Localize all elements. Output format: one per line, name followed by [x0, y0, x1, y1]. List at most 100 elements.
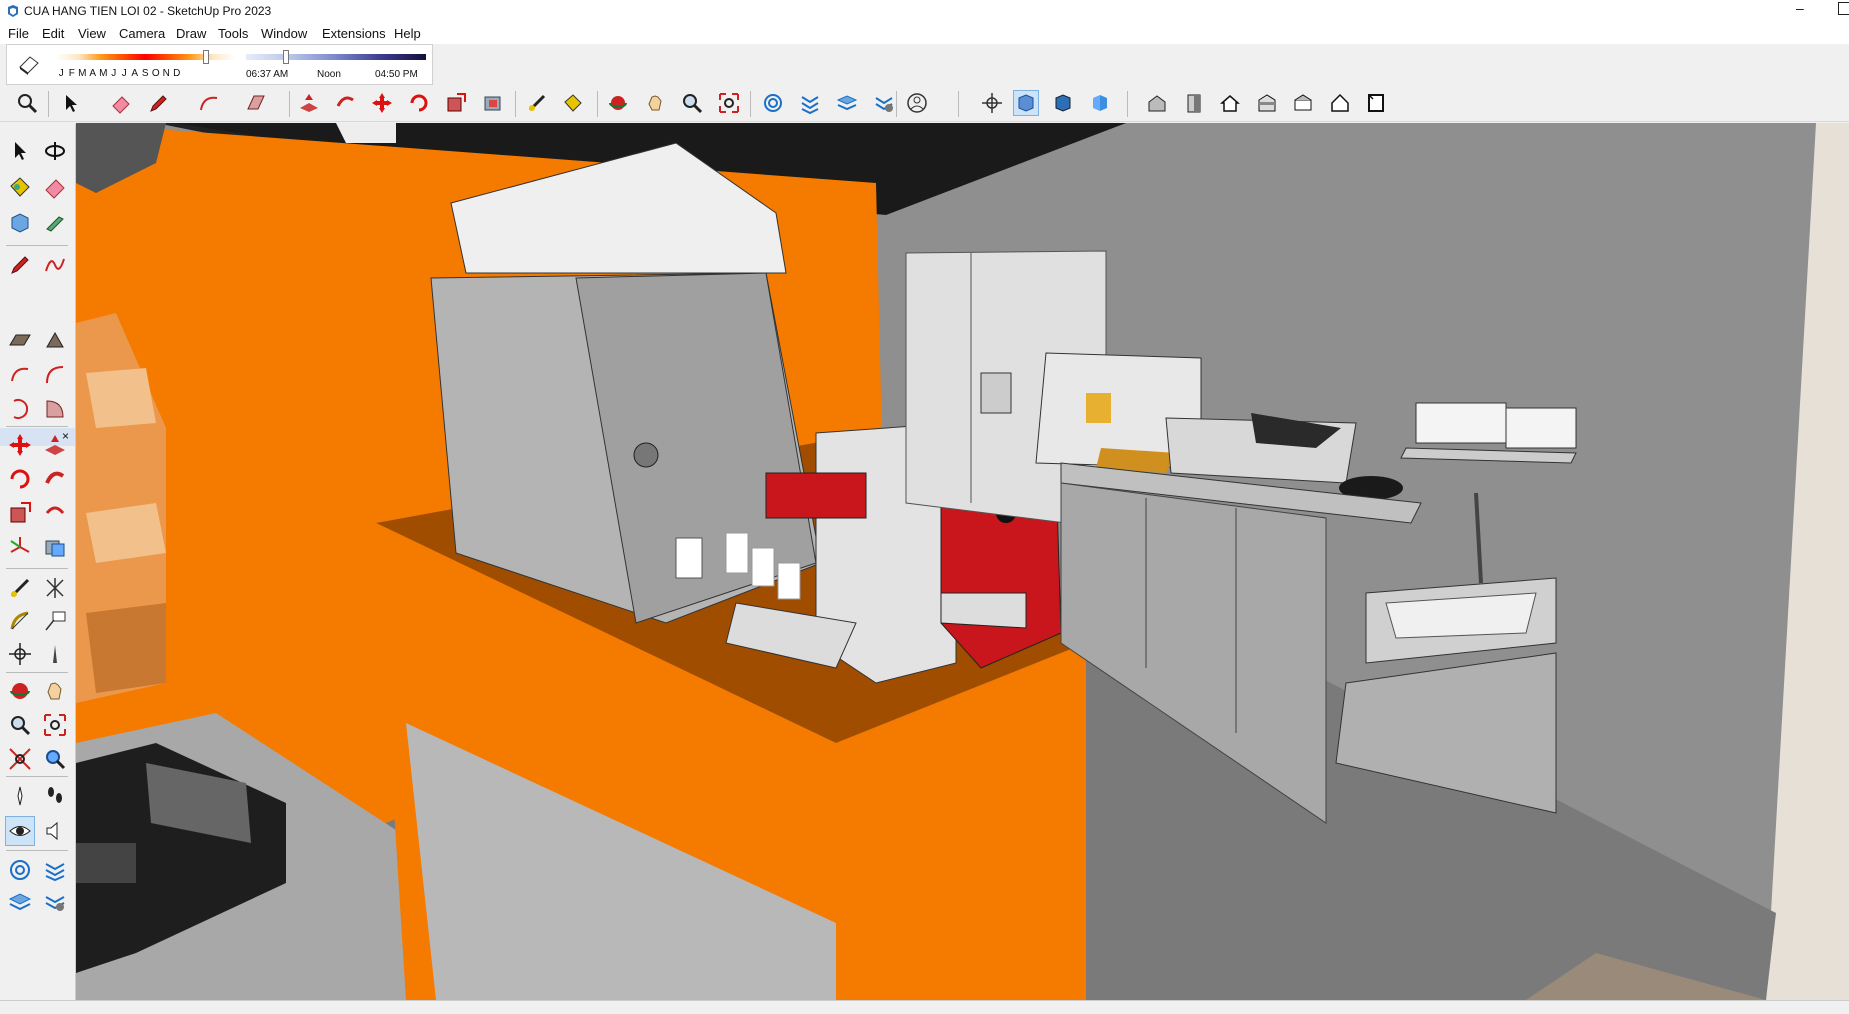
- perspective-icon[interactable]: [1363, 90, 1389, 116]
- register-screen: [76, 843, 136, 883]
- scale-icon[interactable]: [443, 90, 469, 116]
- freehand-icon[interactable]: [40, 250, 70, 280]
- menu-view[interactable]: View: [78, 26, 106, 41]
- maximize-button[interactable]: [1838, 2, 1849, 15]
- tape-measure-icon[interactable]: [524, 90, 550, 116]
- footprints-icon[interactable]: [40, 781, 70, 811]
- outliner-icon[interactable]: [797, 90, 823, 116]
- warmer-food: [1086, 393, 1111, 423]
- section-plane-icon[interactable]: [40, 532, 70, 562]
- follow-me-icon[interactable]: [40, 464, 70, 494]
- time-slider-thumb[interactable]: [282, 50, 289, 64]
- zoom-window-icon[interactable]: [40, 710, 70, 740]
- arc-icon[interactable]: [196, 90, 222, 116]
- orbit-icon[interactable]: [605, 90, 631, 116]
- protractor-icon[interactable]: [5, 606, 35, 636]
- offset-icon[interactable]: [480, 90, 506, 116]
- walk-icon[interactable]: [40, 639, 70, 669]
- select-icon[interactable]: [58, 90, 84, 116]
- zoom-extents-icon[interactable]: [14, 90, 40, 116]
- storage-bins: [1415, 402, 1507, 444]
- account-icon[interactable]: [904, 90, 930, 116]
- shadow-toggle-icon[interactable]: [17, 53, 41, 75]
- menu-edit[interactable]: Edit: [42, 26, 64, 41]
- model-scene: [76, 123, 1849, 1000]
- orbit-icon[interactable]: [40, 136, 70, 166]
- menu-window[interactable]: Window: [261, 26, 307, 41]
- back-view-icon[interactable]: [1217, 90, 1243, 116]
- menu-extensions[interactable]: Extensions: [322, 26, 386, 41]
- left-view-icon[interactable]: [1254, 90, 1280, 116]
- sandbox-icon[interactable]: [760, 90, 786, 116]
- left-toolbar: ×: [0, 124, 76, 1013]
- minimize-button[interactable]: –: [1796, 0, 1804, 16]
- text-icon[interactable]: [40, 573, 70, 603]
- select-icon[interactable]: [5, 136, 35, 166]
- dispenser-nozzles: [765, 472, 867, 519]
- look-around-icon[interactable]: [5, 676, 35, 706]
- pie-icon[interactable]: [40, 394, 70, 424]
- eraser-icon[interactable]: [108, 90, 134, 116]
- dimension-icon[interactable]: [5, 573, 35, 603]
- arc-icon[interactable]: [5, 360, 35, 390]
- month-slider-thumb[interactable]: [203, 50, 210, 64]
- two-point-arc-icon[interactable]: [40, 360, 70, 390]
- menu-camera[interactable]: Camera: [119, 26, 165, 41]
- follow-me-icon[interactable]: [332, 90, 358, 116]
- push-pull-icon[interactable]: [296, 90, 322, 116]
- time-slider[interactable]: [246, 54, 426, 60]
- line-icon[interactable]: [5, 250, 35, 280]
- right-view-icon[interactable]: [1087, 90, 1113, 116]
- model-viewport[interactable]: [76, 123, 1849, 1000]
- axes-icon[interactable]: [5, 532, 35, 562]
- coffee-cup: [675, 537, 703, 579]
- layers-icon[interactable]: [834, 90, 860, 116]
- paint-bucket-icon[interactable]: [560, 90, 586, 116]
- position-camera-icon[interactable]: [5, 639, 35, 669]
- sandbox-icon[interactable]: [5, 855, 35, 885]
- previous-view-icon[interactable]: [40, 744, 70, 774]
- menu-file[interactable]: File: [8, 26, 29, 41]
- standard-view-iso-icon[interactable]: [1013, 90, 1039, 116]
- pencil-icon[interactable]: [145, 90, 171, 116]
- three-point-arc-icon[interactable]: [5, 394, 35, 424]
- menu-help[interactable]: Help: [394, 26, 421, 41]
- rectangle-icon[interactable]: [243, 90, 269, 116]
- pan-icon[interactable]: [40, 676, 70, 706]
- rectangle-icon[interactable]: [5, 326, 35, 356]
- component-icon[interactable]: [5, 208, 35, 238]
- month-label: M: [99, 68, 108, 79]
- zoom-icon[interactable]: [5, 710, 35, 740]
- bottom-view-icon[interactable]: [1290, 90, 1316, 116]
- back-elevation-icon[interactable]: [1327, 90, 1353, 116]
- zoom-extents-icon[interactable]: [5, 744, 35, 774]
- iso-view-icon[interactable]: [1144, 90, 1170, 116]
- front-view-icon[interactable]: [1050, 90, 1076, 116]
- layers-icon[interactable]: [5, 887, 35, 917]
- zoom-icon[interactable]: [679, 90, 705, 116]
- speaker-icon[interactable]: [40, 816, 70, 846]
- outliner-icon[interactable]: [40, 855, 70, 885]
- menu-tools[interactable]: Tools: [218, 26, 248, 41]
- top-view-icon[interactable]: [1181, 90, 1207, 116]
- eraser-icon[interactable]: [40, 172, 70, 202]
- components-icon[interactable]: [871, 90, 897, 116]
- components-icon[interactable]: [40, 887, 70, 917]
- label-icon[interactable]: [40, 606, 70, 636]
- pan-icon[interactable]: [642, 90, 668, 116]
- move-icon[interactable]: [5, 430, 35, 460]
- axes-icon[interactable]: [979, 90, 1005, 116]
- zoom-window-icon[interactable]: [716, 90, 742, 116]
- menu-draw[interactable]: Draw: [176, 26, 206, 41]
- rotate-icon[interactable]: [5, 464, 35, 494]
- move-icon[interactable]: [369, 90, 395, 116]
- rotated-rectangle-icon[interactable]: [40, 326, 70, 356]
- rotate-icon[interactable]: [406, 90, 432, 116]
- scale-icon[interactable]: [5, 498, 35, 528]
- paint-bucket-icon[interactable]: [5, 172, 35, 202]
- eye-icon[interactable]: [5, 816, 35, 846]
- section-icon[interactable]: [5, 781, 35, 811]
- push-pull-icon[interactable]: [40, 430, 70, 460]
- offset-icon[interactable]: [40, 498, 70, 528]
- tape-measure-icon[interactable]: [40, 208, 70, 238]
